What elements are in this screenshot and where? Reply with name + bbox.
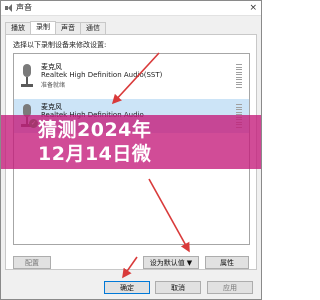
tab-recording[interactable]: 录制	[30, 21, 56, 34]
tab-strip: 播放 录制 声音 通信	[5, 21, 106, 34]
cancel-button[interactable]: 取消	[155, 281, 201, 294]
device-status: 准备就绪	[41, 82, 66, 89]
speaker-icon	[5, 4, 13, 12]
overlay-caption: 猜测2024年 12月14日微	[38, 118, 258, 166]
tab-communications[interactable]: 通信	[80, 22, 106, 34]
configure-button[interactable]: 配置	[13, 256, 51, 269]
set-default-button[interactable]: 设为默认值 ▼	[143, 256, 199, 269]
ok-button[interactable]: 确定	[104, 281, 150, 294]
close-button[interactable]: ×	[249, 2, 257, 14]
level-meter-icon	[236, 64, 242, 88]
dropdown-arrow-icon[interactable]: ▼	[187, 259, 192, 267]
window-title: 声音	[16, 3, 32, 12]
sound-dialog-window: 声音 × 播放 录制 声音 通信 选择以下录制设备来修改设置: 麦克风 Real…	[0, 0, 262, 300]
tab-playback[interactable]: 播放	[5, 22, 31, 34]
overlay-line-2: 12月14日微	[38, 143, 152, 165]
properties-button[interactable]: 属性	[205, 256, 249, 269]
dialog-button-row: 确定 取消 应用	[1, 281, 261, 294]
set-default-label: 设为默认值	[149, 259, 185, 267]
apply-button[interactable]: 应用	[207, 281, 253, 294]
device-description: Realtek High Definition Audio(SST)	[41, 71, 163, 79]
title-bar: 声音 ×	[1, 1, 261, 16]
instruction-text: 选择以下录制设备来修改设置:	[13, 41, 107, 49]
tab-sounds[interactable]: 声音	[55, 22, 81, 34]
microphone-icon	[19, 64, 35, 90]
device-item-microphone-sst[interactable]: 麦克风 Realtek High Definition Audio(SST) 准…	[14, 59, 249, 93]
device-action-row: 配置 设为默认值 ▼ 属性	[6, 256, 258, 269]
overlay-line-1: 猜测2024年	[38, 119, 152, 141]
